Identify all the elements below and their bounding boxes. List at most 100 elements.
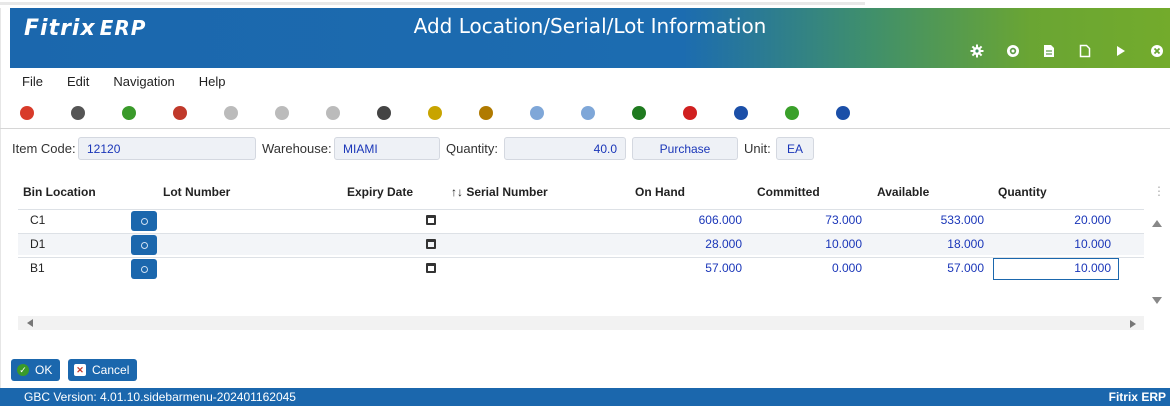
scroll-down-icon [530,106,544,120]
unit-field[interactable]: EA [776,137,814,160]
app-header: Fitrix ERP Add Location/Serial/Lot Inform… [10,8,1170,68]
bin-location-cell[interactable]: B1 [30,261,45,275]
on-hand-cell: 57.000 [705,261,742,275]
on-hand-cell: 606.000 [698,213,742,227]
header-actions [970,44,1164,58]
column-header-on-hand[interactable]: On Hand [635,185,685,199]
accept-button[interactable] [116,100,142,126]
help-icon [836,106,850,120]
pages-icon [275,106,289,120]
cancel-button[interactable] [167,100,193,126]
committed-cell: 0.000 [831,261,862,275]
quantity-cell[interactable]: 10.000 [994,261,1111,275]
scroll-down-arrow-icon[interactable] [1152,297,1162,304]
available-cell: 57.000 [947,261,984,275]
printer-button[interactable] [320,100,346,126]
column-header-available[interactable]: Available [877,185,929,199]
calendar-icon[interactable] [426,239,436,249]
horizontal-scrollbar[interactable] [18,316,1144,330]
column-header-bin-location[interactable]: Bin Location [23,185,96,199]
scroll-up-arrow-icon[interactable] [1152,220,1162,227]
column-header-expiry-date[interactable]: Expiry Date [347,185,413,199]
table-row[interactable]: B1 57.000 0.000 57.000 10.000 [18,257,1144,280]
badge-button[interactable] [473,100,499,126]
chat-button[interactable] [779,100,805,126]
calendar-icon[interactable] [426,215,436,225]
insert-row-button[interactable] [626,100,652,126]
table-row[interactable]: D1 28.000 10.000 18.000 10.000 [18,233,1144,255]
version-text: GBC Version: 4.01.10.sidebarmenu-2024011… [24,390,296,404]
scroll-down-button[interactable] [524,100,550,126]
user-lookup-icon [428,106,442,120]
quantity-cell[interactable]: 20.000 [994,213,1111,227]
scroll-right-icon[interactable] [1130,320,1136,328]
split-button[interactable] [728,100,754,126]
column-header-committed[interactable]: Committed [757,185,820,199]
menu-bar: File Edit Navigation Help [10,70,238,94]
find-icon [377,106,391,120]
calendar-icon[interactable] [426,263,436,273]
printer-icon [326,106,340,120]
warehouse-label: Warehouse: [262,141,332,156]
split-icon [734,106,748,120]
available-cell: 533.000 [940,213,984,227]
quantity-field[interactable]: 40.0 [504,137,626,160]
menu-navigation[interactable]: Navigation [101,70,186,94]
window-title: Add Location/Serial/Lot Information [413,14,767,38]
new-document-icon[interactable] [1078,44,1092,58]
menu-help[interactable]: Help [187,70,238,94]
exit-icon [20,106,34,120]
chat-icon [785,106,799,120]
delete-row-icon [683,106,697,120]
scroll-left-icon[interactable] [27,319,33,327]
cancel-button[interactable]: ✕ Cancel [68,359,138,381]
accept-icon [122,106,136,120]
item-code-label: Item Code: [12,141,76,156]
bin-location-cell[interactable]: D1 [30,237,45,251]
purchase-field[interactable]: Purchase [632,137,738,160]
column-header-lot-number[interactable]: Lot Number [163,185,230,199]
header-fields: Item Code: 12120 Warehouse: MIAMI Quanti… [12,137,1162,161]
lot-lookup-button[interactable] [131,211,157,231]
cancel-x-icon: ✕ [74,364,86,376]
document-icon[interactable] [1042,44,1056,58]
delete-row-button[interactable] [677,100,703,126]
play-icon[interactable] [1114,44,1128,58]
bin-location-cell[interactable]: C1 [30,213,45,227]
table-row[interactable]: C1 606.000 73.000 533.000 20.000 [18,209,1144,231]
column-header-quantity[interactable]: Quantity [998,185,1047,199]
ok-label: OK [35,363,53,377]
page-icon [224,106,238,120]
pages-button[interactable] [269,100,295,126]
browser-top-edge [0,0,1170,8]
available-cell: 18.000 [947,237,984,251]
find-button[interactable] [371,100,397,126]
quantity-label: Quantity: [446,141,499,156]
user-lookup-button[interactable] [422,100,448,126]
copy-icon [71,106,85,120]
copy-button[interactable] [65,100,91,126]
cancel-label: Cancel [92,363,130,377]
location-grid: Bin Location Lot Number Expiry Date ↑↓ S… [18,178,1168,348]
column-header-serial-number[interactable]: ↑↓ Serial Number [451,185,548,199]
gear-icon[interactable] [970,44,984,58]
help-button[interactable] [830,100,856,126]
menu-edit[interactable]: Edit [55,70,101,94]
warehouse-field[interactable]: MIAMI [334,137,440,160]
menu-file[interactable]: File [10,70,55,94]
column-options-icon[interactable]: ⋮ [1153,184,1165,198]
scroll-up-button[interactable] [575,100,601,126]
ok-button[interactable]: ✓ OK [11,359,61,381]
quantity-cell[interactable]: 10.000 [994,237,1111,251]
page-button[interactable] [218,100,244,126]
lot-lookup-button[interactable] [131,259,157,279]
cancel-icon [173,106,187,120]
target-icon[interactable] [1006,44,1020,58]
lot-lookup-button[interactable] [131,235,157,255]
item-code-field[interactable]: 12120 [78,137,256,160]
unit-label: Unit: [744,141,771,156]
exit-button[interactable] [14,100,40,126]
footer-brand: Fitrix ERP [1108,390,1166,404]
close-icon[interactable] [1150,44,1164,58]
insert-row-icon [632,106,646,120]
